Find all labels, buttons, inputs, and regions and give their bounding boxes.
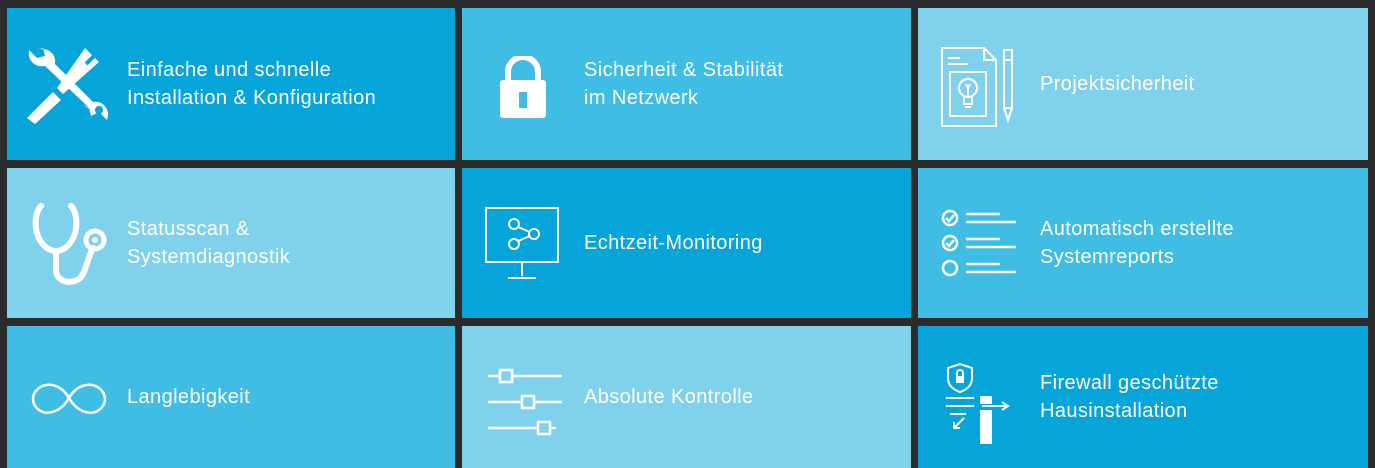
infinity-icon bbox=[31, 383, 107, 414]
tile-reports[interactable]: Automatisch erstellte Systemreports bbox=[918, 168, 1368, 318]
sliders-icon bbox=[488, 368, 562, 436]
tile-installation[interactable]: Einfache und schnelle Installation & Kon… bbox=[7, 8, 455, 160]
tile-diagnostics[interactable]: Statusscan & Systemdiagnostik bbox=[7, 168, 455, 318]
firewall-icon bbox=[946, 362, 1010, 444]
tile-label: Automatisch erstellte Systemreports bbox=[1040, 218, 1235, 268]
tile-label: Langlebigkeit bbox=[127, 386, 251, 408]
stethoscope-icon bbox=[32, 203, 107, 285]
tile-label: Statusscan & Systemdiagnostik bbox=[127, 218, 291, 268]
checklist-icon bbox=[941, 209, 1016, 277]
tile-security[interactable]: Sicherheit & Stabilität im Netzwerk bbox=[462, 8, 911, 160]
tile-label: Projektsicherheit bbox=[1040, 73, 1195, 95]
tools-icon bbox=[27, 48, 109, 124]
tile-label: Echtzeit-Monitoring bbox=[584, 232, 763, 254]
feature-grid: Einfache und schnelle Installation & Kon… bbox=[0, 0, 1375, 468]
tile-label: Sicherheit & Stabilität im Netzwerk bbox=[584, 59, 784, 109]
padlock-icon bbox=[500, 56, 546, 118]
tile-control[interactable]: Absolute Kontrolle bbox=[462, 326, 911, 468]
project-document-icon bbox=[941, 47, 1013, 127]
tile-firewall[interactable]: Firewall geschützte Hausinstallation bbox=[918, 326, 1368, 468]
monitor-network-icon bbox=[485, 207, 559, 279]
tile-label: Firewall geschützte Hausinstallation bbox=[1040, 372, 1219, 422]
tile-project[interactable]: Projektsicherheit bbox=[918, 8, 1368, 160]
tile-label: Einfache und schnelle Installation & Kon… bbox=[127, 59, 377, 109]
tile-longevity[interactable]: Langlebigkeit bbox=[7, 326, 455, 468]
tile-label: Absolute Kontrolle bbox=[584, 386, 754, 408]
tile-monitoring[interactable]: Echtzeit-Monitoring bbox=[462, 168, 911, 318]
